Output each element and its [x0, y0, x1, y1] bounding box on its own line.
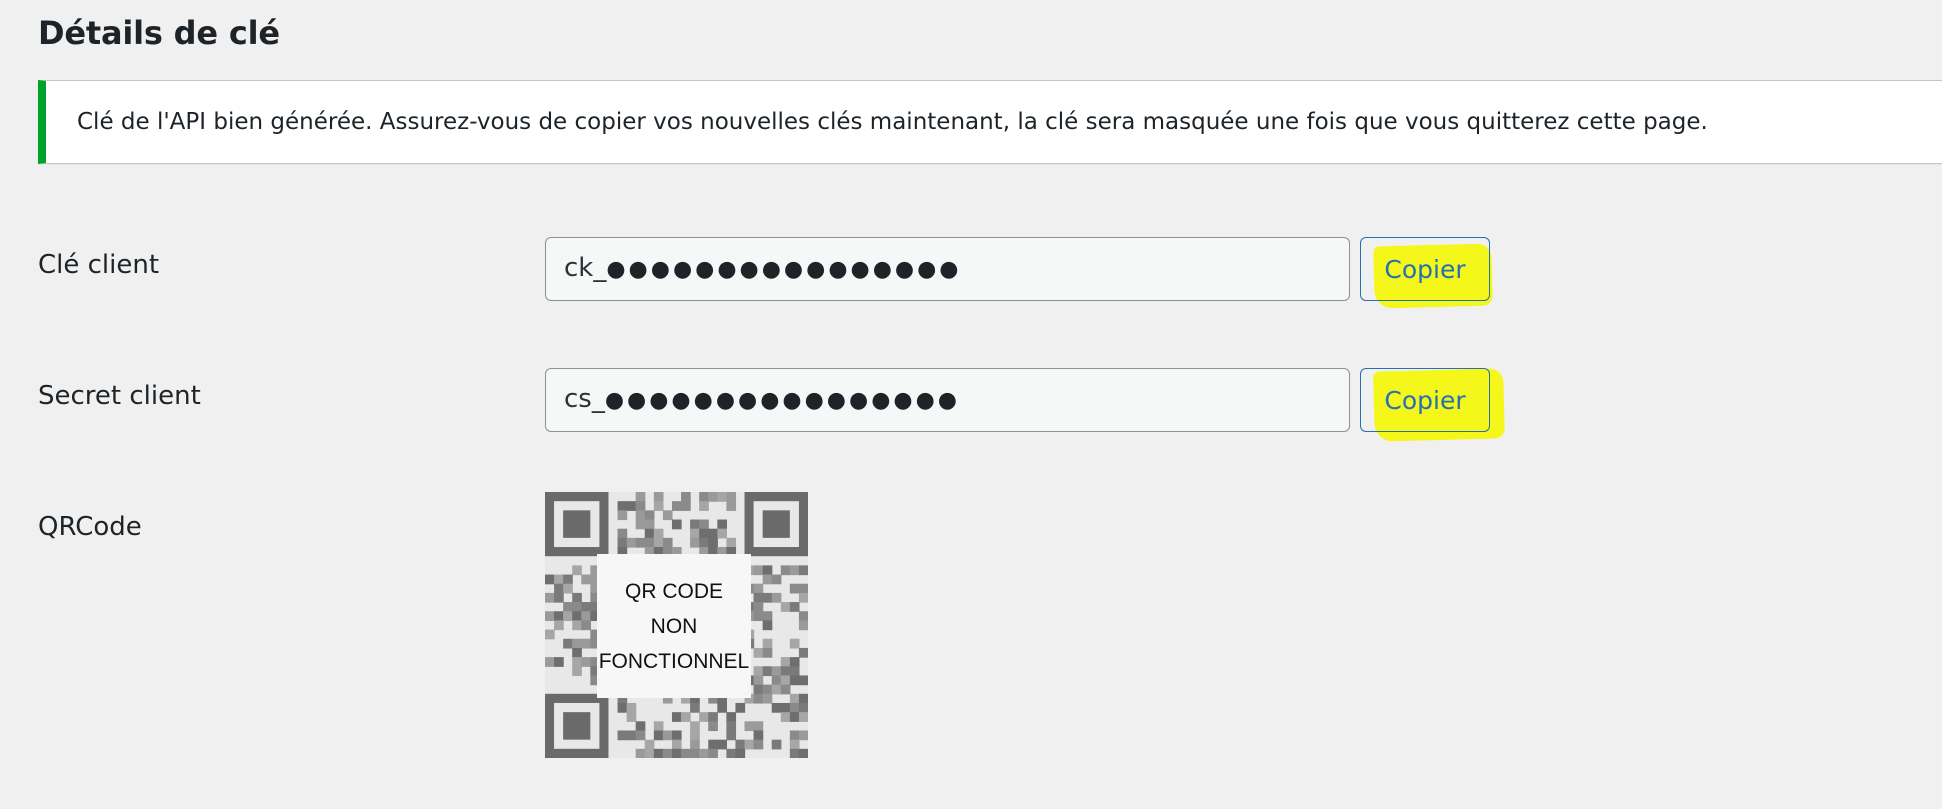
consumer-key-copy-wrap: Copier	[1360, 237, 1493, 309]
consumer-secret-copy-wrap: Copier	[1360, 368, 1505, 442]
notice-message: Clé de l'API bien générée. Assurez-vous …	[77, 109, 1708, 135]
qrcode-overlay-line-2: NON	[650, 614, 698, 638]
page-title: Détails de clé	[38, 14, 280, 52]
consumer-key-field[interactable]: ck_●●●●●●●●●●●●●●●●	[545, 237, 1350, 301]
qrcode-image: QR CODE NON FONCTIONNEL	[545, 492, 808, 758]
consumer-secret-prefix: cs_	[564, 384, 605, 414]
consumer-secret-label: Secret client	[38, 381, 201, 411]
consumer-secret-field[interactable]: cs_●●●●●●●●●●●●●●●●	[545, 368, 1350, 432]
qrcode-overlay-line-3: FONCTIONNEL	[598, 649, 750, 673]
consumer-key-prefix: ck_	[564, 253, 607, 283]
consumer-secret-mask: ●●●●●●●●●●●●●●●●	[604, 388, 960, 413]
consumer-key-mask: ●●●●●●●●●●●●●●●●	[606, 257, 962, 282]
qrcode-label: QRCode	[38, 512, 142, 542]
consumer-key-label: Clé client	[38, 250, 160, 280]
qrcode-overlay: QR CODE NON FONCTIONNEL	[597, 554, 751, 698]
copy-consumer-key-button[interactable]: Copier	[1360, 237, 1490, 301]
success-notice: Clé de l'API bien générée. Assurez-vous …	[38, 80, 1942, 164]
qrcode-overlay-line-1: QR CODE	[624, 579, 723, 603]
copy-consumer-secret-button[interactable]: Copier	[1360, 368, 1490, 432]
